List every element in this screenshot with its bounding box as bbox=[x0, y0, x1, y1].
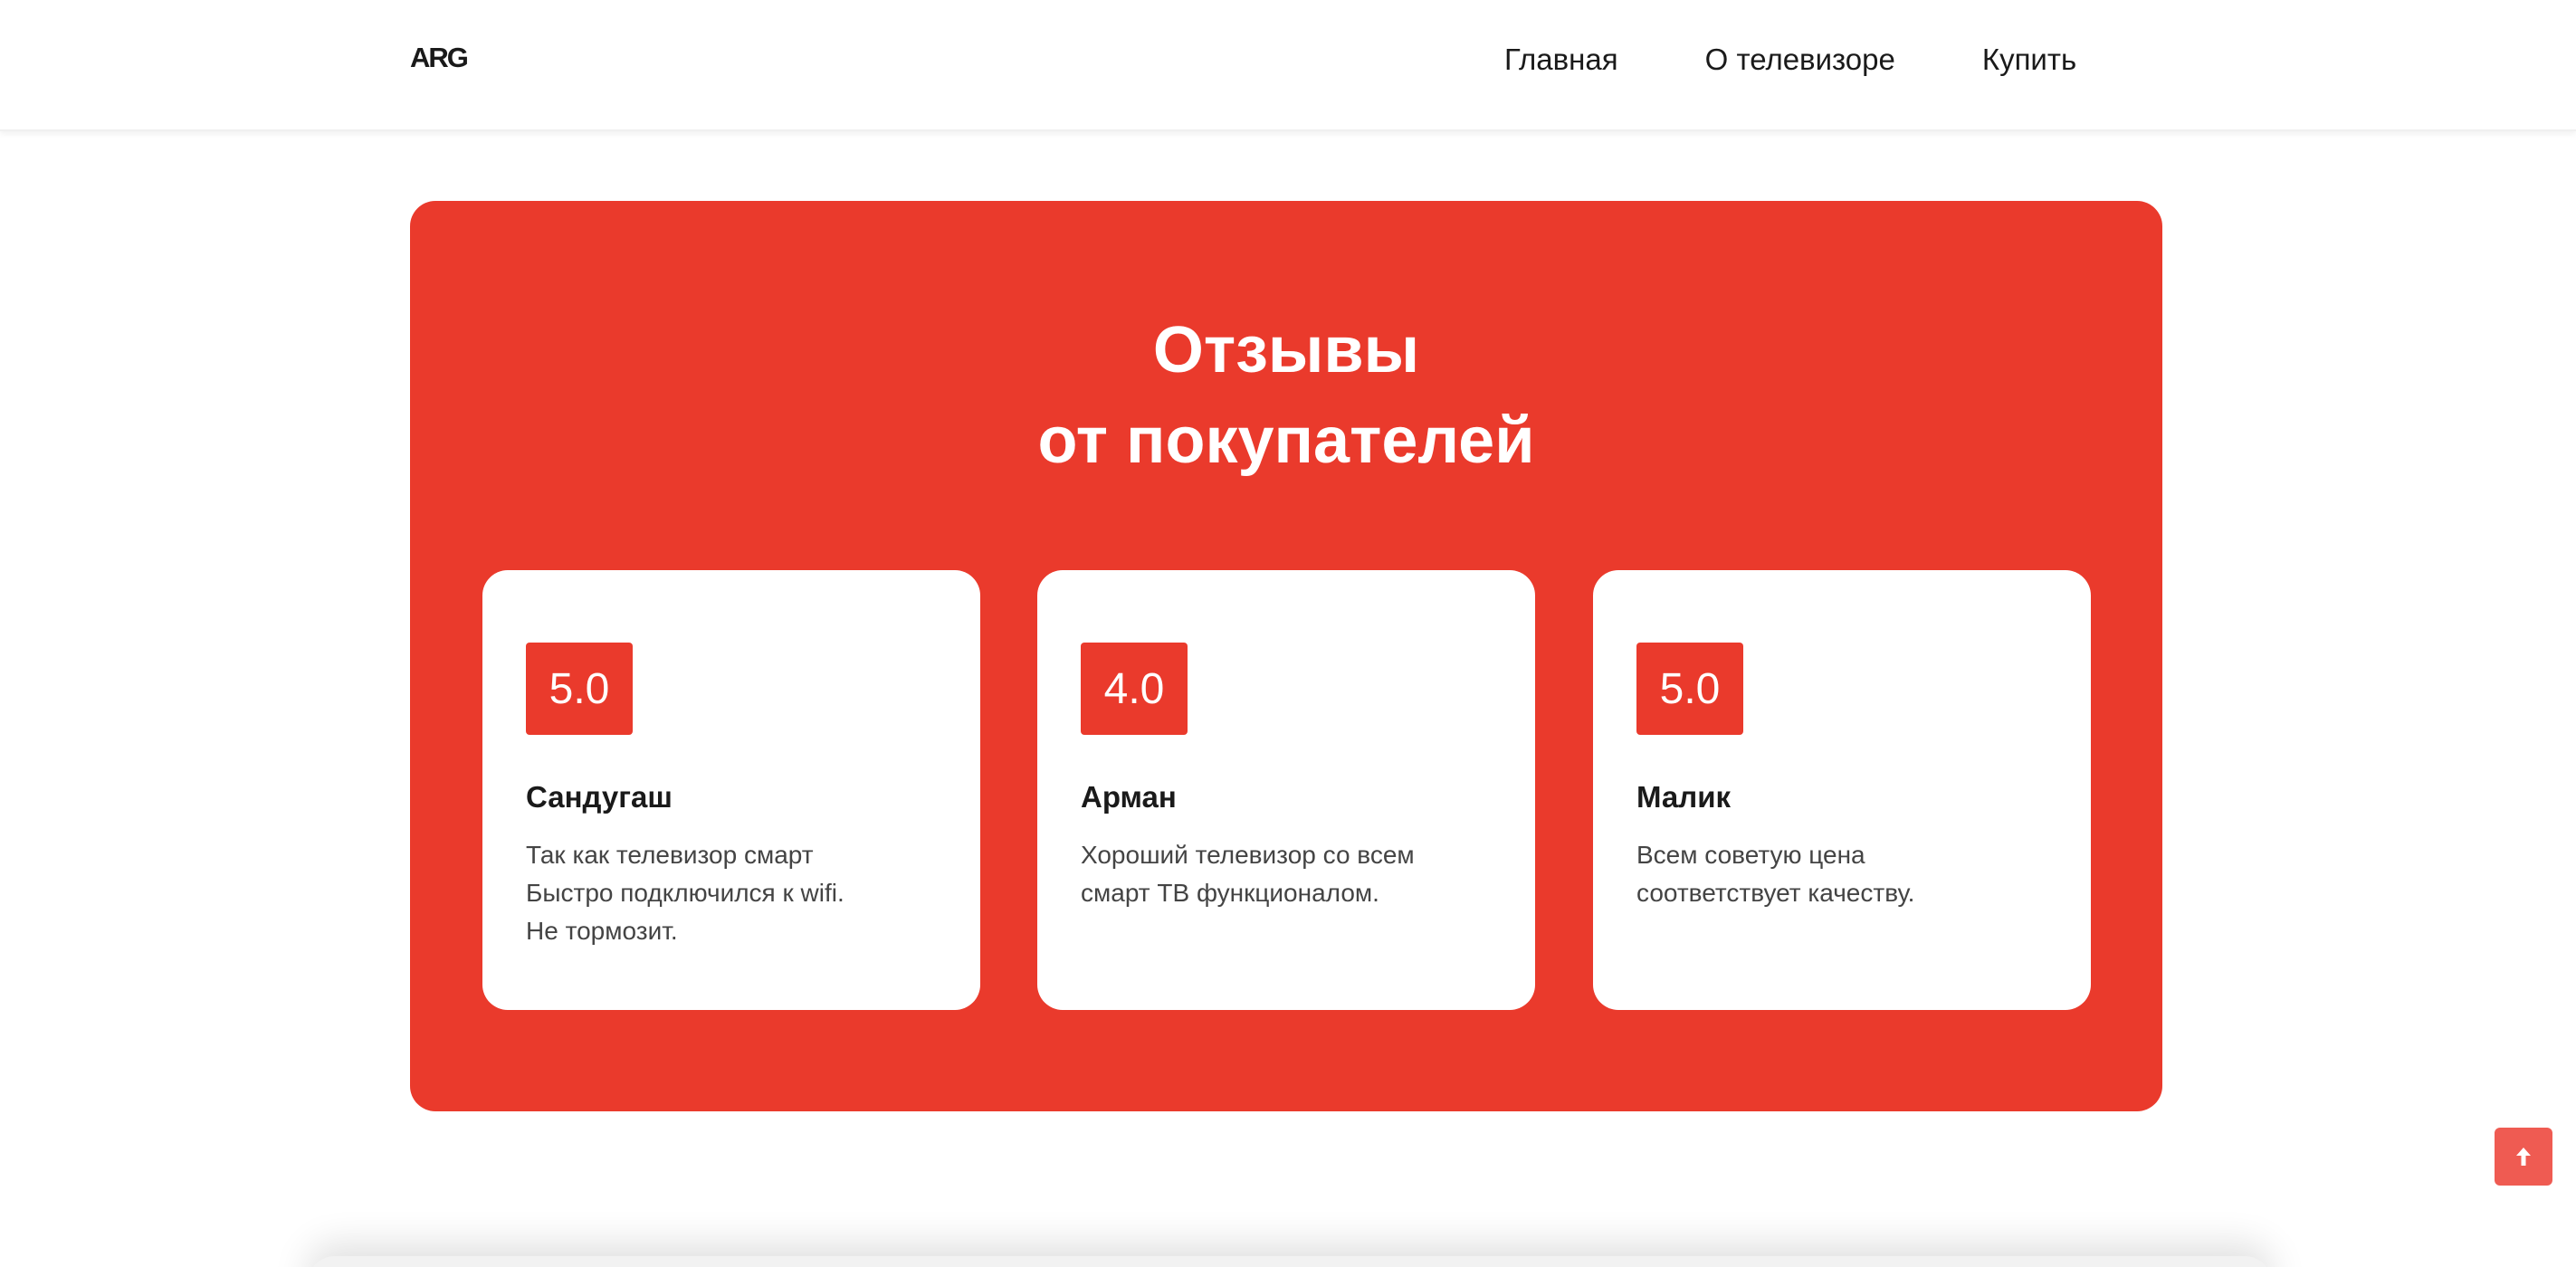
nav-link-about-tv[interactable]: О телевизоре bbox=[1705, 40, 1895, 80]
rating-badge: 4.0 bbox=[1081, 643, 1188, 735]
reviews-section: Отзывы от покупателей 5.0 Сандугаш Так к… bbox=[410, 201, 2162, 1111]
reviews-title: Отзывы от покупателей bbox=[410, 305, 2162, 486]
rating-badge: 5.0 bbox=[526, 643, 633, 735]
reviews-title-line-2: от покупателей bbox=[1037, 405, 1535, 477]
site-header: ARG Главная О телевизоре Купить bbox=[0, 0, 2576, 131]
review-text-line: Всем советую цена bbox=[1636, 841, 1865, 869]
review-text-line: Не тормозит. bbox=[526, 917, 678, 945]
review-text-line: Быстро подключился к wifi. bbox=[526, 879, 844, 907]
reviewer-name: Сандугаш bbox=[526, 780, 673, 814]
review-text: Хороший телевизор со всем смарт ТВ функц… bbox=[1081, 836, 1497, 912]
arrow-up-icon bbox=[2516, 1148, 2531, 1166]
review-text-line: смарт ТВ функционалом. bbox=[1081, 879, 1379, 907]
nav-link-home[interactable]: Главная bbox=[1504, 40, 1618, 80]
review-card: 5.0 Малик Всем советую цена соответствуе… bbox=[1593, 570, 2091, 1010]
review-card: 5.0 Сандугаш Так как телевизор смарт Быс… bbox=[482, 570, 980, 1010]
review-card: 4.0 Арман Хороший телевизор со всем смар… bbox=[1037, 570, 1535, 1010]
review-text-line: Так как телевизор смарт bbox=[526, 841, 814, 869]
reviews-title-line-1: Отзывы bbox=[1152, 314, 1420, 386]
scroll-to-top-button[interactable] bbox=[2495, 1128, 2552, 1186]
review-text: Так как телевизор смарт Быстро подключил… bbox=[526, 836, 942, 950]
rating-badge: 5.0 bbox=[1636, 643, 1743, 735]
main-nav: Главная О телевизоре Купить bbox=[1504, 40, 2076, 80]
page: ARG Главная О телевизоре Купить Отзывы о… bbox=[0, 0, 2576, 1267]
review-text-line: соответствует качеству. bbox=[1636, 879, 1915, 907]
reviewer-name: Малик bbox=[1636, 780, 1732, 814]
nav-link-buy[interactable]: Купить bbox=[1982, 40, 2076, 80]
reviewer-name: Арман bbox=[1081, 780, 1177, 814]
logo[interactable]: ARG bbox=[410, 42, 469, 74]
next-section bbox=[308, 1256, 2272, 1267]
review-text: Всем советую цена соответствует качеству… bbox=[1636, 836, 2053, 912]
review-text-line: Хороший телевизор со всем bbox=[1081, 841, 1415, 869]
